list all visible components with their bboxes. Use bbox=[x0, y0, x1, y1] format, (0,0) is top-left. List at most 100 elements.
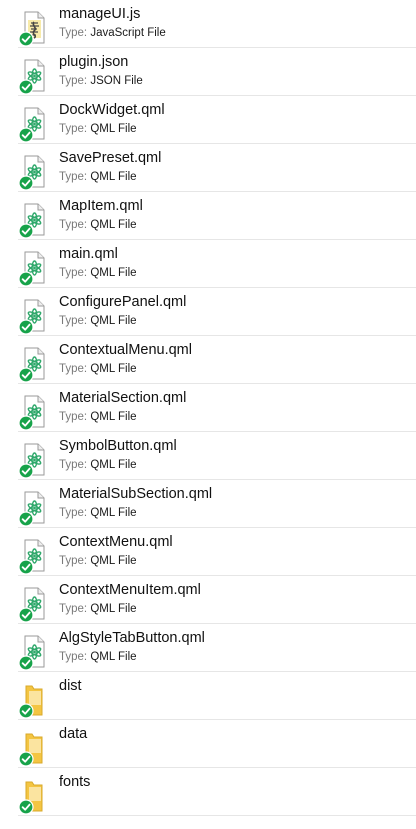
file-type-label: Type: bbox=[59, 459, 91, 471]
file-type-value: JSON File bbox=[90, 75, 143, 87]
folder-icon bbox=[18, 682, 48, 719]
file-type: Type: QML File bbox=[59, 603, 137, 615]
file-row[interactable]: SymbolButton.qml Type: QML File bbox=[0, 432, 416, 480]
file-type-value: QML File bbox=[90, 507, 137, 519]
file-name: MaterialSubSection.qml bbox=[59, 486, 213, 502]
qt-file-icon bbox=[18, 202, 48, 239]
sync-status-icon bbox=[18, 463, 34, 479]
file-type-label: Type: bbox=[59, 123, 91, 135]
qt-file-icon bbox=[18, 394, 48, 431]
file-type-label: Type: bbox=[59, 219, 91, 231]
file-row[interactable]: ContextualMenu.qml Type: QML File bbox=[0, 336, 416, 384]
file-name: MapItem.qml bbox=[59, 198, 143, 214]
file-type-label: Type: bbox=[59, 411, 91, 423]
file-type-value: JavaScript File bbox=[90, 27, 166, 39]
file-type: Type: QML File bbox=[59, 555, 137, 567]
folder-row[interactable]: data bbox=[0, 720, 416, 768]
file-type-label: Type: bbox=[59, 27, 91, 39]
file-name: AlgStyleTabButton.qml bbox=[59, 630, 205, 646]
file-type-label: Type: bbox=[59, 603, 91, 615]
qt-file-icon bbox=[18, 106, 48, 143]
file-type: Type: QML File bbox=[59, 267, 137, 279]
file-type-label: Type: bbox=[59, 507, 91, 519]
qt-file-icon bbox=[18, 154, 48, 191]
row-divider bbox=[18, 815, 416, 816]
file-type-value: QML File bbox=[90, 459, 137, 471]
file-type-label: Type: bbox=[59, 267, 91, 279]
file-row[interactable]: MaterialSection.qml Type: QML File bbox=[0, 384, 416, 432]
file-type-value: QML File bbox=[90, 171, 137, 183]
qt-file-icon bbox=[18, 298, 48, 335]
sync-status-icon bbox=[18, 511, 34, 527]
file-type-label: Type: bbox=[59, 315, 91, 327]
file-name: MaterialSection.qml bbox=[59, 390, 187, 406]
file-type: Type: QML File bbox=[59, 315, 137, 327]
file-name: ConfigurePanel.qml bbox=[59, 294, 187, 310]
file-row[interactable]: DockWidget.qml Type: QML File bbox=[0, 96, 416, 144]
file-type: Type: JSON File bbox=[59, 75, 143, 87]
file-type: Type: QML File bbox=[59, 507, 137, 519]
sync-status-icon bbox=[18, 751, 34, 767]
folder-name: fonts bbox=[59, 774, 91, 790]
file-name: SymbolButton.qml bbox=[59, 438, 177, 454]
file-type-value: QML File bbox=[90, 651, 137, 663]
qt-file-icon bbox=[18, 538, 48, 575]
qt-file-icon bbox=[18, 442, 48, 479]
file-type-value: QML File bbox=[90, 411, 137, 423]
file-type-label: Type: bbox=[59, 363, 91, 375]
file-row[interactable]: ContextMenuItem.qml Type: QML File bbox=[0, 576, 416, 624]
file-row[interactable]: AlgStyleTabButton.qml Type: QML File bbox=[0, 624, 416, 672]
file-type: Type: QML File bbox=[59, 459, 137, 471]
qt-file-icon bbox=[18, 58, 48, 95]
sync-status-icon bbox=[18, 703, 34, 719]
sync-status-icon bbox=[18, 271, 34, 287]
file-type: Type: QML File bbox=[59, 123, 137, 135]
file-name: main.qml bbox=[59, 246, 118, 262]
file-type-value: QML File bbox=[90, 267, 137, 279]
qt-file-icon bbox=[18, 586, 48, 623]
file-type: Type: JavaScript File bbox=[59, 27, 166, 39]
sync-status-icon bbox=[18, 127, 34, 143]
sync-status-icon bbox=[18, 655, 34, 671]
file-row[interactable]: ConfigurePanel.qml Type: QML File bbox=[0, 288, 416, 336]
file-name: plugin.json bbox=[59, 54, 129, 70]
file-row[interactable]: MaterialSubSection.qml Type: QML File bbox=[0, 480, 416, 528]
file-row[interactable]: manageUI.js Type: JavaScript File bbox=[0, 0, 416, 48]
file-type-value: QML File bbox=[90, 315, 137, 327]
file-row[interactable]: SavePreset.qml Type: QML File bbox=[0, 144, 416, 192]
file-name: SavePreset.qml bbox=[59, 150, 162, 166]
js-file-icon bbox=[18, 10, 48, 47]
file-type-value: QML File bbox=[90, 219, 137, 231]
file-type-value: QML File bbox=[90, 555, 137, 567]
file-type-value: QML File bbox=[90, 363, 137, 375]
file-name: manageUI.js bbox=[59, 6, 141, 22]
qt-file-icon bbox=[18, 490, 48, 527]
qt-file-icon bbox=[18, 346, 48, 383]
file-row[interactable]: main.qml Type: QML File bbox=[0, 240, 416, 288]
file-type-label: Type: bbox=[59, 555, 91, 567]
file-name: ContextualMenu.qml bbox=[59, 342, 192, 358]
file-name: ContextMenu.qml bbox=[59, 534, 173, 550]
file-name: DockWidget.qml bbox=[59, 102, 165, 118]
folder-name: dist bbox=[59, 678, 82, 694]
qt-file-icon bbox=[18, 634, 48, 671]
file-type-label: Type: bbox=[59, 171, 91, 183]
file-row[interactable]: ContextMenu.qml Type: QML File bbox=[0, 528, 416, 576]
qt-file-icon bbox=[18, 250, 48, 287]
sync-status-icon bbox=[18, 175, 34, 191]
file-row[interactable]: plugin.json Type: JSON File bbox=[0, 48, 416, 96]
file-type-label: Type: bbox=[59, 75, 91, 87]
file-type-value: QML File bbox=[90, 603, 137, 615]
file-type: Type: QML File bbox=[59, 219, 137, 231]
sync-status-icon bbox=[18, 319, 34, 335]
file-row[interactable]: MapItem.qml Type: QML File bbox=[0, 192, 416, 240]
folder-row[interactable]: dist bbox=[0, 672, 416, 720]
file-type: Type: QML File bbox=[59, 651, 137, 663]
sync-status-icon bbox=[18, 607, 34, 623]
file-name: ContextMenuItem.qml bbox=[59, 582, 201, 598]
sync-status-icon bbox=[18, 367, 34, 383]
sync-status-icon bbox=[18, 79, 34, 95]
folder-row[interactable]: fonts bbox=[0, 768, 416, 816]
file-type-label: Type: bbox=[59, 651, 91, 663]
sync-status-icon bbox=[18, 31, 34, 47]
